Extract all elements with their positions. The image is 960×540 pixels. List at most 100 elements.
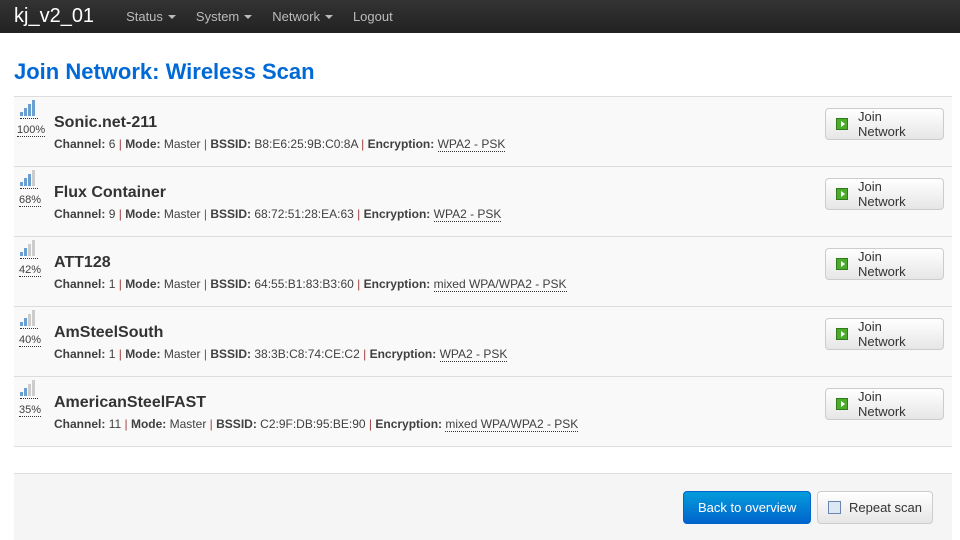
signal-bar xyxy=(20,112,23,116)
caret-down-icon xyxy=(244,14,253,19)
join-network-button[interactable]: Join Network xyxy=(825,318,944,350)
network-row: 35% AmericanSteelFAST Channel: 11 | Mode… xyxy=(14,377,952,447)
ssid: AmSteelSouth xyxy=(54,324,164,341)
bssid-value: 38:3B:C8:74:CE:C2 xyxy=(254,347,360,361)
label: Mode: xyxy=(125,347,161,361)
bssid-value: B8:E6:25:9B:C0:8A xyxy=(254,137,358,151)
ssid: Flux Container xyxy=(54,184,167,201)
menu-network[interactable]: Network xyxy=(262,9,343,24)
menu-system[interactable]: System xyxy=(186,9,262,24)
label: BSSID: xyxy=(210,137,252,151)
signal-bar xyxy=(24,318,27,326)
separator: | xyxy=(203,347,208,361)
network-info: Channel: 1 | Mode: Master | BSSID: 64:55… xyxy=(54,277,567,292)
label: Encryption: xyxy=(367,137,435,151)
signal-bar xyxy=(24,248,27,256)
signal-bar xyxy=(28,104,31,116)
join-network-button[interactable]: Join Network xyxy=(825,248,944,280)
signal-icon xyxy=(20,310,38,329)
label: BSSID: xyxy=(210,207,252,221)
label: Channel: xyxy=(54,417,106,431)
label: Channel: xyxy=(54,137,106,151)
page-title: Join Network: Wireless Scan xyxy=(14,59,315,84)
brand[interactable]: kj_v2_01 xyxy=(0,5,108,28)
label: Mode: xyxy=(130,417,167,431)
signal-bar xyxy=(20,322,23,326)
signal-icon xyxy=(20,240,38,259)
bssid-value: C2:9F:DB:95:BE:90 xyxy=(260,417,366,431)
network-info: Channel: 11 | Mode: Master | BSSID: C2:9… xyxy=(54,417,579,432)
signal-icon xyxy=(20,380,38,399)
label: Encryption: xyxy=(363,207,431,221)
label: Encryption: xyxy=(363,277,431,291)
encryption-value: WPA2 - PSK xyxy=(437,137,506,152)
ssid: Sonic.net-211 xyxy=(54,114,158,131)
menu-label: Network xyxy=(272,9,320,24)
signal-icon xyxy=(20,100,38,119)
signal-bar xyxy=(32,240,35,256)
label: Channel: xyxy=(54,207,106,221)
signal-percent: 42% xyxy=(18,264,42,277)
signal-icon xyxy=(20,170,38,189)
button-label: Join Network xyxy=(857,109,906,139)
button-label: Join Network xyxy=(857,389,906,419)
separator: | xyxy=(361,137,365,151)
signal-bar xyxy=(32,100,35,116)
separator: | xyxy=(203,207,208,221)
separator: | xyxy=(209,417,213,431)
signal-bar xyxy=(20,392,23,396)
magnifier-icon xyxy=(828,501,841,514)
network-row: 42% ATT128 Channel: 1 | Mode: Master | B… xyxy=(14,237,952,307)
label: Encryption: xyxy=(369,347,437,361)
signal-bar xyxy=(28,244,31,256)
mode-value: Master xyxy=(163,347,201,361)
encryption-value: mixed WPA/WPA2 - PSK xyxy=(445,417,579,432)
signal-bar xyxy=(32,170,35,186)
signal-indicator: 40% xyxy=(17,310,43,347)
separator: | xyxy=(203,277,208,291)
network-row: 40% AmSteelSouth Channel: 1 | Mode: Mast… xyxy=(14,307,952,377)
network-info: Channel: 9 | Mode: Master | BSSID: 68:72… xyxy=(54,207,502,222)
signal-percent: 68% xyxy=(18,194,42,207)
channel-value: 9 xyxy=(108,207,116,221)
join-network-button[interactable]: Join Network xyxy=(825,388,944,420)
play-icon xyxy=(836,258,848,270)
menu-label: Status xyxy=(126,9,163,24)
play-icon xyxy=(836,328,848,340)
label: Channel: xyxy=(54,277,106,291)
join-network-button[interactable]: Join Network xyxy=(825,178,944,210)
encryption-value: WPA2 - PSK xyxy=(433,207,502,222)
label: BSSID: xyxy=(210,347,252,361)
button-label: Join Network xyxy=(857,179,906,209)
label: BSSID: xyxy=(210,277,252,291)
label: Encryption: xyxy=(375,417,443,431)
network-row: 100% Sonic.net-211 Channel: 6 | Mode: Ma… xyxy=(14,97,952,167)
caret-down-icon xyxy=(324,14,333,19)
encryption-value: WPA2 - PSK xyxy=(439,347,508,362)
footer-actions: Back to overview Repeat scan xyxy=(14,473,952,540)
menu-status[interactable]: Status xyxy=(116,9,186,24)
back-to-overview-button[interactable]: Back to overview xyxy=(683,491,812,524)
button-label: Join Network xyxy=(857,319,906,349)
bssid-value: 68:72:51:28:EA:63 xyxy=(254,207,354,221)
separator: | xyxy=(118,277,122,291)
mode-value: Master xyxy=(163,277,201,291)
repeat-scan-button[interactable]: Repeat scan xyxy=(817,491,933,524)
label: BSSID: xyxy=(216,417,257,431)
channel-value: 6 xyxy=(108,137,116,151)
separator: | xyxy=(357,207,361,221)
button-label: Join Network xyxy=(857,249,906,279)
caret-down-icon xyxy=(167,14,176,19)
join-network-button[interactable]: Join Network xyxy=(825,108,944,140)
menu-logout[interactable]: Logout xyxy=(343,9,403,24)
button-label: Repeat scan xyxy=(849,500,922,515)
play-icon xyxy=(836,398,848,410)
signal-bar xyxy=(28,174,31,186)
bssid-value: 64:55:B1:83:B3:60 xyxy=(254,277,354,291)
signal-indicator: 42% xyxy=(17,240,43,277)
mode-value: Master xyxy=(169,417,207,431)
signal-bar xyxy=(20,182,23,186)
channel-value: 11 xyxy=(108,417,122,431)
signal-bar xyxy=(28,384,31,396)
network-info: Channel: 1 | Mode: Master | BSSID: 38:3B… xyxy=(54,347,508,362)
